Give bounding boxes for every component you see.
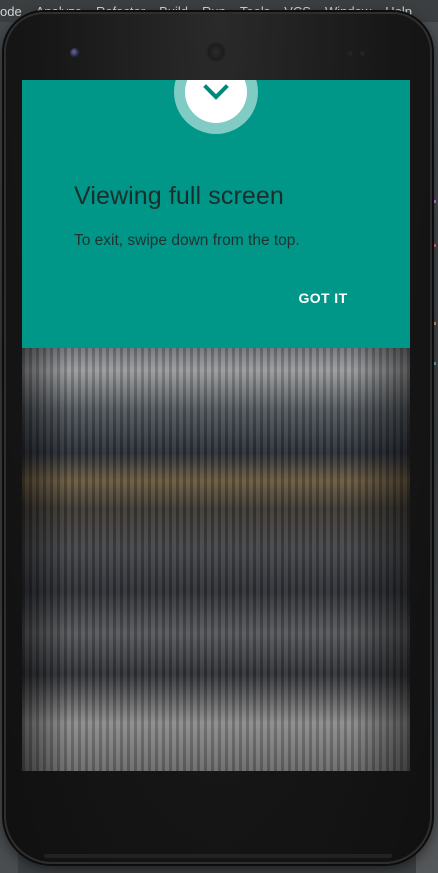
got-it-button[interactable]: GOT IT bbox=[284, 280, 362, 316]
device-bottom-edge bbox=[44, 854, 392, 858]
proximity-sensor bbox=[348, 51, 353, 56]
device-screen[interactable]: Viewing full screen To exit, swipe down … bbox=[22, 80, 410, 771]
dialog-badge-inner bbox=[185, 80, 247, 123]
dialog-title: Viewing full screen bbox=[74, 182, 284, 210]
dialog-badge bbox=[174, 80, 258, 134]
light-sensor bbox=[360, 51, 365, 56]
ide-background: ode Analyze Refactor Build Run Tools VCS… bbox=[0, 0, 438, 873]
earpiece-speaker bbox=[206, 42, 226, 62]
emulator-device-frame: Viewing full screen To exit, swipe down … bbox=[4, 12, 432, 864]
front-camera bbox=[70, 48, 80, 58]
dialog-message: To exit, swipe down from the top. bbox=[74, 232, 300, 249]
immersive-mode-dialog: Viewing full screen To exit, swipe down … bbox=[22, 80, 410, 348]
chevron-down-icon bbox=[203, 83, 229, 101]
menu-item-code[interactable]: ode bbox=[0, 4, 22, 19]
